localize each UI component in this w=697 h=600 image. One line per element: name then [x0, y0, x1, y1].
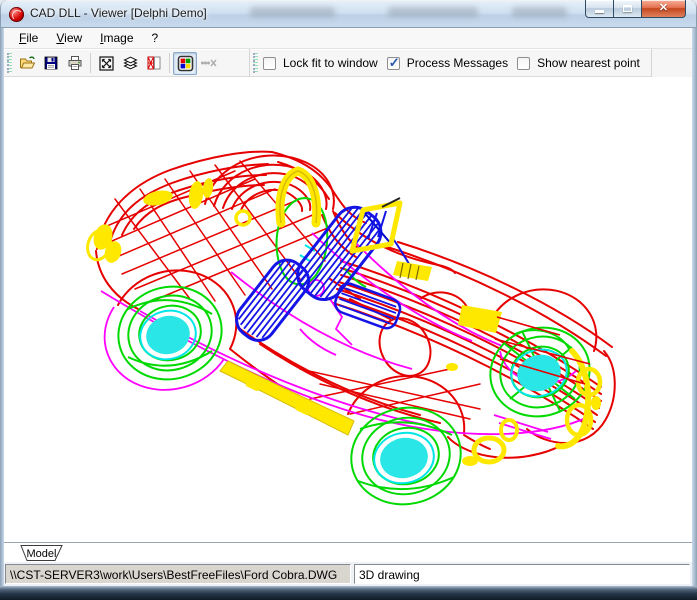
checkbox-label: Lock fit to window	[283, 56, 378, 70]
menu-bar: File View Image ?	[4, 28, 692, 49]
window-title: CAD DLL - Viewer [Delphi Demo]	[30, 6, 207, 20]
checkbox-box[interactable]	[517, 56, 531, 70]
menu-file[interactable]: File	[10, 29, 47, 47]
toolbar-separator	[169, 53, 170, 73]
layers-button[interactable]	[118, 52, 142, 75]
toolbar-band-options: Lock fit to window Process Messages Show…	[250, 49, 652, 77]
minimize-icon	[595, 10, 604, 13]
minimize-button[interactable]	[585, 0, 614, 18]
entities-icon	[147, 56, 161, 70]
model-tab[interactable]: Model	[18, 545, 98, 563]
open-folder-icon	[19, 56, 35, 69]
status-drawing-type: 3D drawing	[354, 564, 690, 584]
checkbox-process-messages[interactable]: Process Messages	[385, 55, 515, 71]
glass-blur-artifact	[512, 7, 567, 17]
checkbox-show-nearest-point[interactable]: Show nearest point	[515, 56, 647, 70]
glass-blur-artifact	[250, 7, 335, 17]
save-icon	[44, 56, 58, 70]
layout-tab-row: Model	[4, 544, 692, 562]
maximize-icon	[623, 5, 632, 12]
maximize-button[interactable]	[614, 0, 642, 18]
model-tab-label: Model	[27, 548, 57, 560]
menu-help[interactable]: ?	[143, 29, 168, 47]
menu-view[interactable]: View	[47, 29, 91, 47]
close-button[interactable]: ✕	[642, 0, 686, 18]
window-border-bottom	[0, 586, 697, 600]
checkbox-label: Show nearest point	[537, 56, 640, 70]
fit-icon	[98, 55, 114, 71]
title-bar[interactable]: CAD DLL - Viewer [Delphi Demo] ✕	[0, 0, 697, 28]
palette-button[interactable]	[173, 51, 197, 75]
status-bar: \\CST-SERVER3\work\Users\BestFreeFiles\F…	[4, 562, 692, 586]
checkbox-lock-fit-to-window[interactable]: Lock fit to window	[261, 56, 385, 70]
checkbox-label: Process Messages	[406, 56, 509, 70]
save-button[interactable]	[39, 52, 63, 75]
toolbar-grip[interactable]	[253, 53, 258, 73]
palette-icon	[177, 55, 193, 71]
measure-icon	[201, 59, 217, 67]
status-file-path: \\CST-SERVER3\work\Users\BestFreeFiles\F…	[5, 564, 351, 584]
measure-button	[197, 52, 221, 75]
app-window: CAD DLL - Viewer [Delphi Demo] ✕ File Vi…	[0, 0, 697, 600]
close-icon: ✕	[658, 2, 669, 14]
toolbar: Lock fit to window Process Messages Show…	[4, 49, 692, 77]
window-border-right	[692, 28, 697, 600]
car-wireframe-drawing	[86, 150, 616, 506]
toolbar-grip[interactable]	[7, 53, 12, 73]
print-button[interactable]	[63, 52, 87, 75]
toolbar-separator	[90, 53, 91, 73]
entities-button[interactable]	[142, 52, 166, 75]
glass-blur-artifact	[388, 7, 478, 17]
layers-icon	[122, 56, 138, 70]
print-icon	[68, 56, 82, 70]
open-button[interactable]	[15, 52, 39, 75]
drawing-canvas[interactable]	[4, 77, 692, 543]
checkbox-box[interactable]	[386, 55, 400, 71]
toolbar-band-main	[4, 49, 250, 77]
app-icon	[9, 7, 24, 22]
menu-image[interactable]: Image	[91, 29, 142, 47]
fit-to-window-button[interactable]	[94, 52, 118, 75]
checkbox-box[interactable]	[263, 56, 276, 70]
